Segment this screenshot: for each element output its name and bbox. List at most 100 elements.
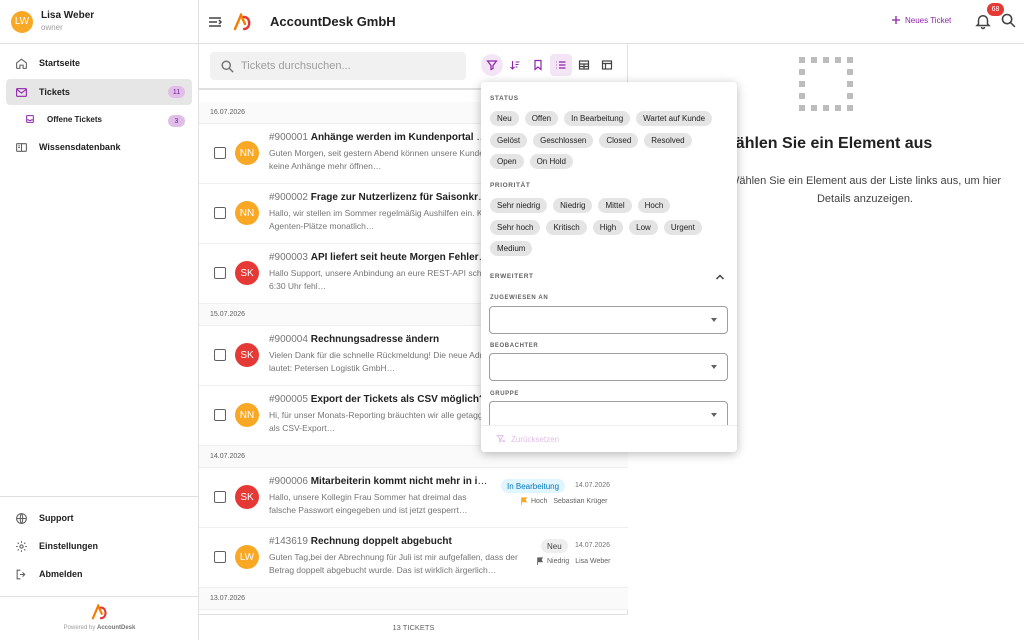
avatar: SK — [235, 261, 259, 285]
status-chip[interactable]: Offen — [524, 111, 559, 126]
ticket-id: #900004 — [269, 334, 308, 345]
list-view-button[interactable] — [550, 54, 572, 76]
ticket-date: 14.07.2026 — [575, 542, 611, 549]
priority-chip[interactable]: Medium — [490, 241, 533, 256]
assigned-to-label: ZUGEWIESEN AN — [490, 295, 549, 301]
sort-button[interactable] — [504, 54, 526, 76]
bottom-nav: Support Einstellungen Abmelden — [0, 496, 199, 589]
topbar: AccountDesk GmbH Neues Ticket 68 — [199, 0, 1024, 44]
ticket-meta: Hoch Sebastian Krüger — [520, 497, 607, 505]
accountdesk-logo-icon — [91, 604, 107, 620]
filter-icon — [486, 60, 498, 71]
user-profile[interactable]: LW Lisa Weber owner — [0, 0, 198, 44]
user-name: Lisa Weber — [41, 10, 95, 21]
priority-section-label: PRIORITÄT — [490, 182, 531, 189]
filter-clear-icon — [496, 435, 506, 443]
ticket-title: Export der Tickets als CSV möglich? — [310, 394, 486, 405]
book-icon — [15, 141, 28, 154]
sidebar-item-settings[interactable]: Einstellungen — [6, 533, 193, 559]
priority-chip[interactable]: High — [592, 219, 624, 235]
priority-chip[interactable]: Low — [629, 219, 658, 235]
ticket-title-line: #900002 Frage zur Nutzerlizenz für Saiso… — [269, 192, 489, 203]
status-chip[interactable]: On Hold — [529, 154, 573, 169]
reset-label: Zurücksetzen — [511, 434, 560, 444]
priority-chip[interactable]: Sehr niedrig — [490, 198, 548, 213]
search-input[interactable] — [241, 60, 466, 72]
ticket-checkbox[interactable] — [214, 349, 226, 361]
new-ticket-button[interactable]: Neues Ticket — [891, 15, 951, 25]
split-view-button[interactable] — [596, 54, 618, 76]
home-icon — [15, 57, 28, 70]
sidebar: LW Lisa Weber owner Startseite Tickets 1… — [0, 0, 199, 640]
logout-icon — [15, 568, 28, 581]
ticket-row[interactable]: LW #143619 Rechnung doppelt abgebucht Gu… — [199, 528, 628, 588]
status-chip[interactable]: Gelöst — [490, 132, 528, 148]
priority-flag-icon — [521, 497, 528, 505]
avatar: LW — [235, 545, 259, 569]
ticket-title: Rechnungsadresse ändern — [310, 334, 440, 345]
status-chip[interactable]: Neu — [490, 111, 519, 126]
ticket-checkbox[interactable] — [214, 207, 226, 219]
status-chip[interactable]: In Bearbeitung — [564, 111, 631, 126]
sidebar-item-logout[interactable]: Abmelden — [6, 561, 193, 587]
status-chip[interactable]: Wartet auf Kunde — [636, 111, 713, 126]
sidebar-item-label: Offene Tickets — [47, 114, 102, 124]
ticket-title-line: #143619 Rechnung doppelt abgebucht — [269, 536, 489, 547]
ticket-checkbox[interactable] — [214, 491, 226, 503]
priority-chip[interactable]: Urgent — [663, 219, 702, 235]
advanced-section-label: ERWEITERT — [490, 273, 534, 280]
status-chip[interactable]: Open — [490, 154, 524, 169]
tickets-count-badge: 11 — [168, 86, 185, 98]
priority-chip[interactable]: Sehr hoch — [490, 219, 541, 235]
sort-icon — [510, 61, 520, 70]
sidebar-item-label: Startseite — [39, 58, 81, 68]
table-view-button[interactable] — [573, 54, 595, 76]
ticket-title: Mitarbeiterin kommt nicht mehr in ihr Ko… — [310, 476, 489, 487]
priority-chip[interactable]: Kritisch — [546, 219, 587, 235]
status-chip[interactable]: Resolved — [644, 132, 692, 148]
list-view-icon — [556, 61, 566, 69]
ticket-row[interactable]: SK #900006 Mitarbeiterin kommt nicht meh… — [199, 468, 628, 528]
sidebar-item-support[interactable]: Support — [6, 505, 193, 531]
avatar[interactable]: LW — [11, 10, 33, 33]
assigned-to-select[interactable] — [489, 306, 728, 334]
search-icon[interactable] — [1000, 12, 1017, 29]
ticket-checkbox[interactable] — [214, 147, 226, 159]
company-name: AccountDesk GmbH — [270, 14, 396, 29]
chevron-up-icon[interactable] — [714, 271, 726, 283]
dropdown-arrow-icon — [711, 318, 717, 322]
priority-flag-icon — [537, 557, 544, 565]
sidebar-item-label: Einstellungen — [39, 541, 99, 551]
priority-chip[interactable]: Mittel — [598, 198, 632, 213]
priority-chips: Sehr niedrig Niedrig Mittel Hoch Sehr ho… — [490, 198, 730, 263]
bookmark-button[interactable] — [527, 54, 549, 76]
ticket-title: Frage zur Nutzerlizenz für Saisonkräfte — [310, 192, 489, 203]
brand-footer: Powered by AccountDesk — [0, 596, 199, 640]
priority-chip[interactable]: Hoch — [637, 198, 671, 213]
reset-filters-button[interactable]: Zurücksetzen — [496, 434, 559, 444]
ticket-title: Anhänge werden im Kundenportal nicht — [310, 132, 489, 143]
date-group-header: 13.07.2026 — [199, 588, 628, 610]
ticket-meta: Niedrig Lisa Weber — [536, 557, 610, 565]
ticket-checkbox[interactable] — [214, 409, 226, 421]
status-chip[interactable]: Closed — [599, 132, 639, 148]
ticket-count: 13 TICKETS — [199, 614, 628, 640]
ticket-id: #900002 — [269, 192, 308, 203]
filter-button[interactable] — [481, 54, 503, 76]
status-chip[interactable]: Geschlossen — [533, 132, 594, 148]
sidebar-item-tickets[interactable]: Tickets 11 — [6, 79, 192, 105]
search-box[interactable] — [210, 52, 466, 80]
priority-chip[interactable]: Niedrig — [553, 198, 593, 213]
search-icon — [220, 59, 235, 74]
status-chips: Neu Offen In Bearbeitung Wartet auf Kund… — [490, 111, 730, 176]
ticket-checkbox[interactable] — [214, 267, 226, 279]
ticket-title-line: #900003 API liefert seit heute Morgen Fe… — [269, 252, 489, 263]
sidebar-item-home[interactable]: Startseite — [6, 50, 192, 76]
sidebar-item-label: Wissensdatenbank — [39, 142, 121, 152]
menu-toggle-icon[interactable] — [207, 14, 223, 30]
sidebar-item-knowledge-base[interactable]: Wissensdatenbank — [6, 134, 192, 160]
watcher-select[interactable] — [489, 353, 728, 381]
ticket-checkbox[interactable] — [214, 551, 226, 563]
sidebar-item-open-tickets[interactable]: Offene Tickets 3 — [6, 108, 192, 130]
ticket-title: API liefert seit heute Morgen Fehler 500 — [310, 252, 489, 263]
